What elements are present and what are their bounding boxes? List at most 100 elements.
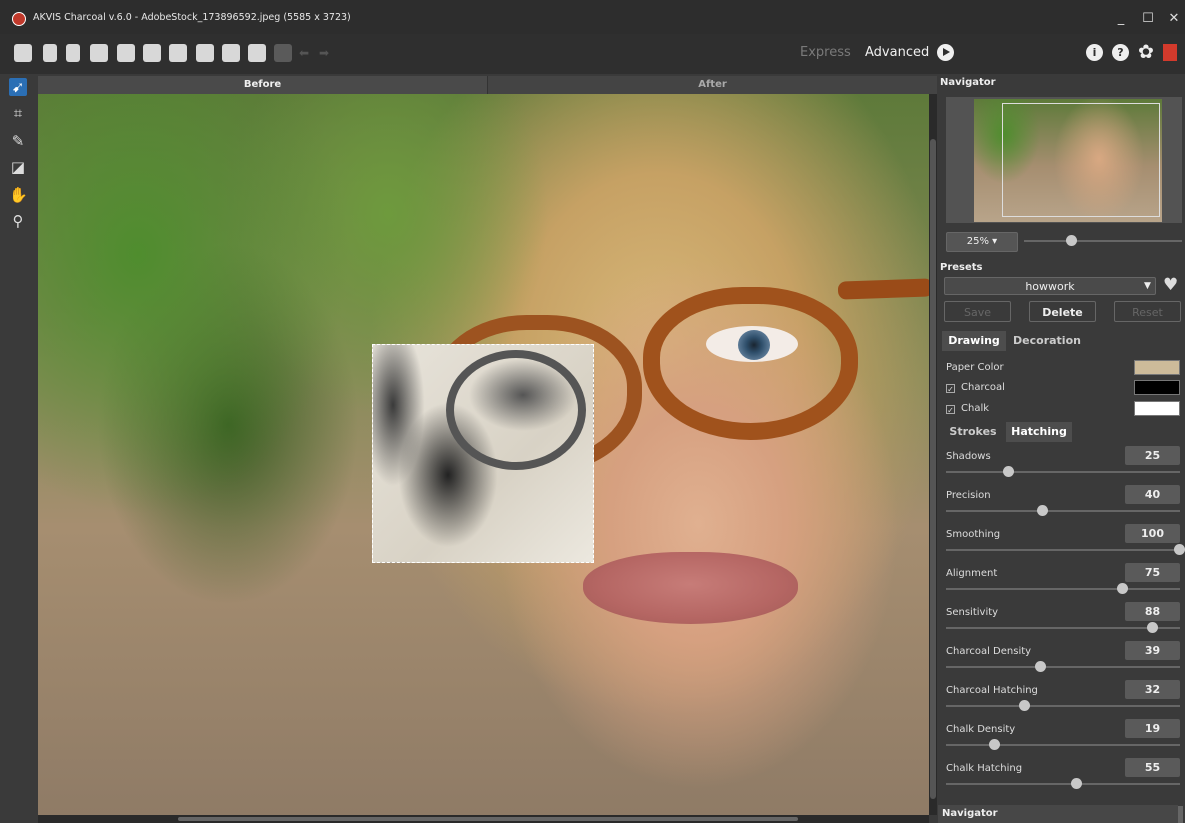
zoom-icon[interactable]: ⚲ [9, 212, 27, 230]
tab-strokes[interactable]: Strokes [944, 422, 1002, 442]
charcoal-color-swatch[interactable] [1134, 380, 1180, 395]
vertical-scroll-thumb[interactable] [930, 139, 936, 799]
param-slider-knob[interactable] [1037, 505, 1049, 516]
chalk-label: Chalk [961, 403, 990, 414]
close-button[interactable]: ✕ [1165, 10, 1183, 28]
charcoal-label: Charcoal [961, 382, 1005, 393]
chevron-down-icon[interactable]: ▼ [1144, 277, 1151, 295]
tab-drawing[interactable]: Drawing [942, 331, 1006, 351]
param-value-input[interactable]: 25 [1125, 446, 1180, 465]
left-tool-panel: ➹ ⌗ ✎ ◪ ✋ ⚲ [0, 74, 34, 823]
chalk-checkbox[interactable]: ✓ [946, 405, 955, 415]
save-guides-icon[interactable] [248, 44, 266, 62]
tips-book-icon[interactable] [1163, 44, 1177, 61]
param-slider-track[interactable] [946, 510, 1180, 512]
param-slider-track[interactable] [946, 627, 1180, 629]
param-label: Sensitivity [946, 607, 999, 618]
param-value-input[interactable]: 32 [1125, 680, 1180, 699]
bottom-panel-title: Navigator [938, 805, 1178, 823]
param-slider-track[interactable] [946, 588, 1180, 590]
horizontal-scroll-thumb[interactable] [178, 817, 798, 821]
param-value-input[interactable]: 100 [1125, 524, 1180, 543]
param-slider-knob[interactable] [1117, 583, 1128, 594]
save-preset-button[interactable]: Save [944, 301, 1011, 322]
paper-color-label: Paper Color [946, 362, 1004, 373]
delete-preset-button[interactable]: Delete [1029, 301, 1096, 322]
param-label: Chalk Density [946, 724, 1016, 735]
preset-select[interactable]: howwork [944, 277, 1156, 295]
param-slider-track[interactable] [946, 783, 1180, 785]
param-slider-knob[interactable] [1003, 466, 1014, 477]
zoom-slider-knob[interactable] [1066, 235, 1077, 246]
app-logo-icon [12, 12, 26, 26]
param-value-input[interactable]: 39 [1125, 641, 1180, 660]
tab-before[interactable]: Before [38, 76, 488, 94]
eraser-icon[interactable]: ◪ [9, 158, 27, 176]
param-label: Shadows [946, 451, 991, 462]
chalk-color-swatch[interactable] [1134, 401, 1180, 416]
param-slider-knob[interactable] [1071, 778, 1083, 789]
settings-gear-icon[interactable]: ✿ [1138, 41, 1154, 63]
crop-icon[interactable]: ⌗ [9, 104, 27, 122]
maximize-button[interactable]: ☐ [1139, 10, 1157, 28]
param-value-input[interactable]: 88 [1125, 602, 1180, 621]
open-image-icon[interactable] [14, 44, 32, 62]
undo-icon: ⬅ [299, 46, 310, 60]
tab-decoration[interactable]: Decoration [1010, 331, 1084, 351]
pencil-icon[interactable]: ✎ [9, 132, 27, 150]
info-icon[interactable]: i [1086, 44, 1103, 61]
paper-color-swatch[interactable] [1134, 360, 1180, 375]
print-icon[interactable] [90, 44, 108, 62]
param-label: Chalk Hatching [946, 763, 1023, 774]
glasses-temple [837, 278, 929, 300]
presets-title: Presets [940, 262, 983, 273]
param-label: Precision [946, 490, 991, 501]
param-slider-track[interactable] [946, 549, 1180, 551]
advanced-mode-button[interactable]: Advanced [865, 45, 929, 60]
sketch-lens [446, 350, 586, 470]
param-value-input[interactable]: 75 [1125, 563, 1180, 582]
open-file-icon[interactable] [43, 44, 57, 62]
share-icon[interactable] [117, 44, 135, 62]
param-slider-track[interactable] [946, 666, 1180, 668]
param-value-input[interactable]: 40 [1125, 485, 1180, 504]
param-slider-knob[interactable] [1018, 700, 1030, 711]
canvas-horizontal-scrollbar[interactable] [38, 815, 929, 823]
hand-icon[interactable]: ✋ [9, 186, 28, 204]
minimize-button[interactable]: _ [1112, 10, 1130, 28]
zoom-select[interactable]: 25% ▾ [946, 232, 1018, 252]
save-file-icon[interactable] [66, 44, 80, 62]
batch-icon[interactable] [143, 44, 161, 62]
navigator-view-frame[interactable] [1002, 103, 1160, 217]
panel-scrollbar[interactable] [1178, 806, 1183, 823]
title-bar: AKVIS Charcoal v.6.0 - AdobeStock_173896… [0, 0, 1185, 34]
param-value-input[interactable]: 19 [1125, 719, 1180, 738]
load-guides-icon[interactable] [222, 44, 240, 62]
param-value-input[interactable]: 55 [1125, 758, 1180, 777]
param-slider-track[interactable] [946, 744, 1180, 746]
direction-tool-icon[interactable]: ➹ [9, 78, 27, 96]
image-canvas[interactable] [38, 94, 929, 815]
favorite-heart-icon[interactable]: ♥ [1163, 275, 1178, 295]
load-strokes-icon[interactable] [169, 44, 187, 62]
help-icon[interactable]: ? [1112, 44, 1129, 61]
run-processing-button[interactable] [937, 44, 954, 61]
param-slider-track[interactable] [946, 471, 1180, 473]
param-slider-knob[interactable] [1174, 544, 1185, 555]
param-slider-knob[interactable] [1146, 622, 1158, 633]
window-title: AKVIS Charcoal v.6.0 - AdobeStock_173896… [33, 12, 351, 23]
reset-preset-button[interactable]: Reset [1114, 301, 1181, 322]
save-strokes-icon[interactable] [196, 44, 214, 62]
charcoal-checkbox[interactable]: ✓ [946, 384, 955, 394]
navigator-title: Navigator [940, 77, 996, 88]
tab-hatching[interactable]: Hatching [1006, 422, 1072, 442]
redo-icon: ➡ [319, 46, 330, 60]
canvas-vertical-scrollbar[interactable] [929, 94, 937, 815]
param-slider-track[interactable] [946, 705, 1180, 707]
param-slider-knob[interactable] [989, 739, 1001, 750]
tab-after[interactable]: After [488, 76, 937, 94]
param-slider-knob[interactable] [1034, 661, 1046, 672]
zoom-slider-track[interactable] [1024, 240, 1182, 242]
glasses-right-lens [643, 287, 858, 440]
express-mode-button[interactable]: Express [800, 45, 851, 60]
